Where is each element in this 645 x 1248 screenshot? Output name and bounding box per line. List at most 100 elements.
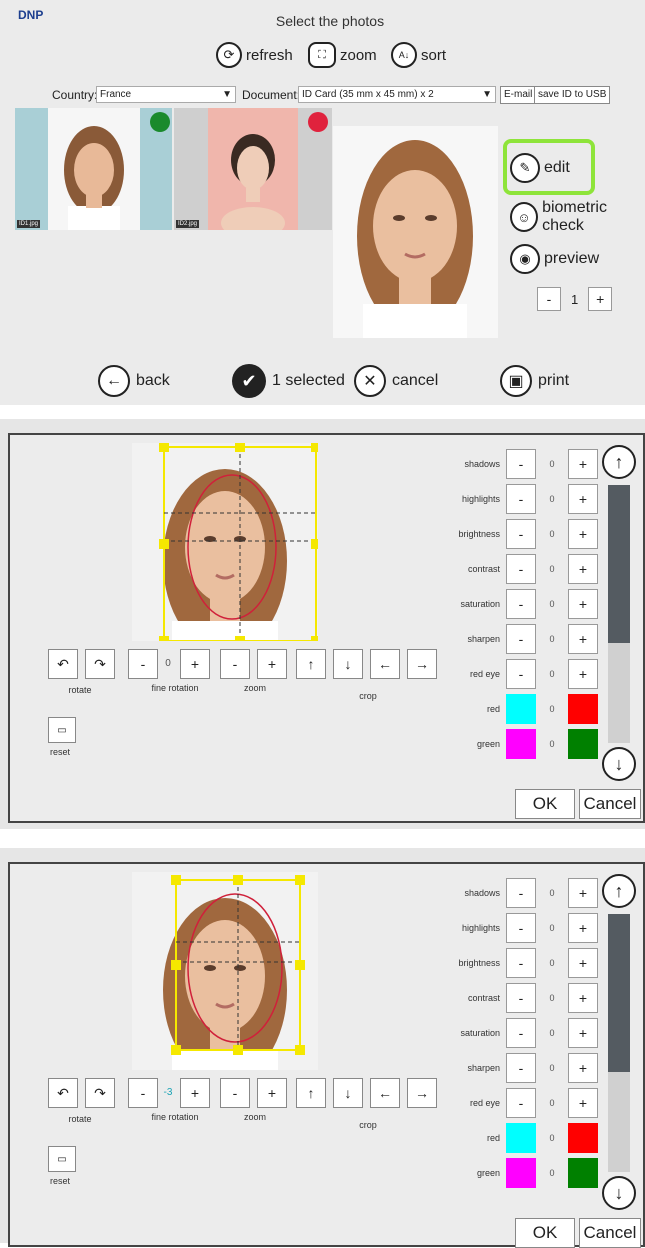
red-decrease-swatch-button[interactable]	[506, 694, 536, 724]
adjustment-minus-button[interactable]: -	[506, 948, 536, 978]
scrollbar-track[interactable]	[608, 485, 630, 743]
zoom-in-button[interactable]: +	[257, 1078, 287, 1108]
adjustment-minus-button[interactable]: -	[506, 624, 536, 654]
adjustment-plus-button[interactable]: +	[568, 878, 598, 908]
red-increase-swatch-button[interactable]	[568, 1123, 598, 1153]
zoom-out-button[interactable]: -	[220, 1078, 250, 1108]
crop-handle[interactable]	[171, 1045, 181, 1055]
crop-handle[interactable]	[233, 875, 243, 885]
copies-minus-button[interactable]: -	[537, 287, 561, 311]
scroll-down-button[interactable]: ↓	[602, 1176, 636, 1210]
crop-down-button[interactable]: ↓	[333, 649, 363, 679]
crop-overlay[interactable]	[132, 443, 318, 641]
sort-button[interactable]: A↓ sort	[391, 42, 446, 68]
crop-handle[interactable]	[311, 539, 318, 549]
scroll-up-button[interactable]: ↑	[602, 445, 636, 479]
crop-down-button[interactable]: ↓	[333, 1078, 363, 1108]
scrollbar-track[interactable]	[608, 914, 630, 1172]
crop-handle[interactable]	[311, 636, 318, 641]
zoom-in-button[interactable]: +	[257, 649, 287, 679]
scrollbar-thumb[interactable]	[608, 485, 630, 643]
adjustment-minus-button[interactable]: -	[506, 983, 536, 1013]
reset-button[interactable]: ▭	[48, 717, 76, 743]
crop-handle[interactable]	[295, 875, 305, 885]
refresh-button[interactable]: ⟳ refresh	[216, 42, 293, 68]
adjustment-minus-button[interactable]: -	[506, 1018, 536, 1048]
adjustment-minus-button[interactable]: -	[506, 484, 536, 514]
crop-up-button[interactable]: ↑	[296, 1078, 326, 1108]
adjustment-plus-button[interactable]: +	[568, 624, 598, 654]
scroll-down-button[interactable]: ↓	[602, 747, 636, 781]
zoom-button[interactable]: ⛶ zoom	[308, 42, 377, 68]
crop-left-button[interactable]: ←	[370, 649, 400, 679]
green-decrease-swatch-button[interactable]	[506, 1158, 536, 1188]
fine-rotation-plus-button[interactable]: +	[180, 649, 210, 679]
ok-button[interactable]: OK	[515, 1218, 575, 1248]
adjustment-plus-button[interactable]: +	[568, 948, 598, 978]
edit-photo-area[interactable]	[132, 443, 318, 653]
adjustment-minus-button[interactable]: -	[506, 1088, 536, 1118]
adjustment-minus-button[interactable]: -	[506, 913, 536, 943]
rotate-left-button[interactable]: ↶	[48, 1078, 78, 1108]
adjustment-plus-button[interactable]: +	[568, 1088, 598, 1118]
crop-overlay[interactable]	[132, 872, 318, 1070]
document-select[interactable]: ID Card (35 mm x 45 mm) x 2 ▼	[298, 86, 496, 103]
adjustment-minus-button[interactable]: -	[506, 519, 536, 549]
edit-photo-area[interactable]	[132, 872, 318, 1082]
adjustment-plus-button[interactable]: +	[568, 449, 598, 479]
adjustment-minus-button[interactable]: -	[506, 1053, 536, 1083]
crop-handle[interactable]	[233, 1045, 243, 1055]
preview-button[interactable]: ◉ preview	[510, 244, 599, 274]
adjustment-plus-button[interactable]: +	[568, 554, 598, 584]
adjustment-plus-button[interactable]: +	[568, 1053, 598, 1083]
fine-rotation-minus-button[interactable]: -	[128, 649, 158, 679]
rotate-right-button[interactable]: ↷	[85, 649, 115, 679]
adjustment-minus-button[interactable]: -	[506, 878, 536, 908]
crop-handle[interactable]	[235, 443, 245, 452]
crop-right-button[interactable]: →	[407, 1078, 437, 1108]
crop-handle[interactable]	[171, 960, 181, 970]
adjustment-minus-button[interactable]: -	[506, 589, 536, 619]
red-increase-swatch-button[interactable]	[568, 694, 598, 724]
edit-button[interactable]: ✎ edit	[510, 153, 570, 183]
crop-handle[interactable]	[295, 1045, 305, 1055]
email-button[interactable]: E-mail	[500, 86, 537, 104]
cancel-selection-button[interactable]: ✕ cancel	[354, 365, 438, 397]
rotate-left-button[interactable]: ↶	[48, 649, 78, 679]
red-decrease-swatch-button[interactable]	[506, 1123, 536, 1153]
crop-handle[interactable]	[295, 960, 305, 970]
ok-button[interactable]: OK	[515, 789, 575, 819]
save-usb-button[interactable]: save ID to USB	[534, 86, 611, 104]
rotate-right-button[interactable]: ↷	[85, 1078, 115, 1108]
back-button[interactable]: ← back	[98, 365, 170, 397]
photo-thumbnail[interactable]: ID2.jpg	[174, 108, 332, 230]
adjustment-plus-button[interactable]: +	[568, 659, 598, 689]
zoom-out-button[interactable]: -	[220, 649, 250, 679]
cancel-button[interactable]: Cancel	[579, 789, 641, 819]
crop-left-button[interactable]: ←	[370, 1078, 400, 1108]
adjustment-plus-button[interactable]: +	[568, 484, 598, 514]
crop-handle[interactable]	[159, 636, 169, 641]
crop-up-button[interactable]: ↑	[296, 649, 326, 679]
adjustment-plus-button[interactable]: +	[568, 519, 598, 549]
scroll-up-button[interactable]: ↑	[602, 874, 636, 908]
adjustment-plus-button[interactable]: +	[568, 589, 598, 619]
crop-handle[interactable]	[171, 875, 181, 885]
country-select[interactable]: France ▼	[96, 86, 236, 103]
crop-handle[interactable]	[159, 539, 169, 549]
copies-plus-button[interactable]: +	[588, 287, 613, 311]
selected-count-button[interactable]: ✔ 1 selected	[232, 364, 345, 398]
photo-thumbnail[interactable]: ID1.jpg	[15, 108, 172, 230]
adjustment-minus-button[interactable]: -	[506, 554, 536, 584]
reset-button[interactable]: ▭	[48, 1146, 76, 1172]
biometric-check-button[interactable]: ☺ biometric check	[510, 199, 645, 235]
fine-rotation-minus-button[interactable]: -	[128, 1078, 158, 1108]
crop-handle[interactable]	[311, 443, 318, 452]
green-decrease-swatch-button[interactable]	[506, 729, 536, 759]
adjustment-plus-button[interactable]: +	[568, 1018, 598, 1048]
cancel-button[interactable]: Cancel	[579, 1218, 641, 1248]
green-increase-swatch-button[interactable]	[568, 729, 598, 759]
scrollbar-thumb[interactable]	[608, 914, 630, 1072]
adjustment-minus-button[interactable]: -	[506, 659, 536, 689]
crop-handle[interactable]	[159, 443, 169, 452]
